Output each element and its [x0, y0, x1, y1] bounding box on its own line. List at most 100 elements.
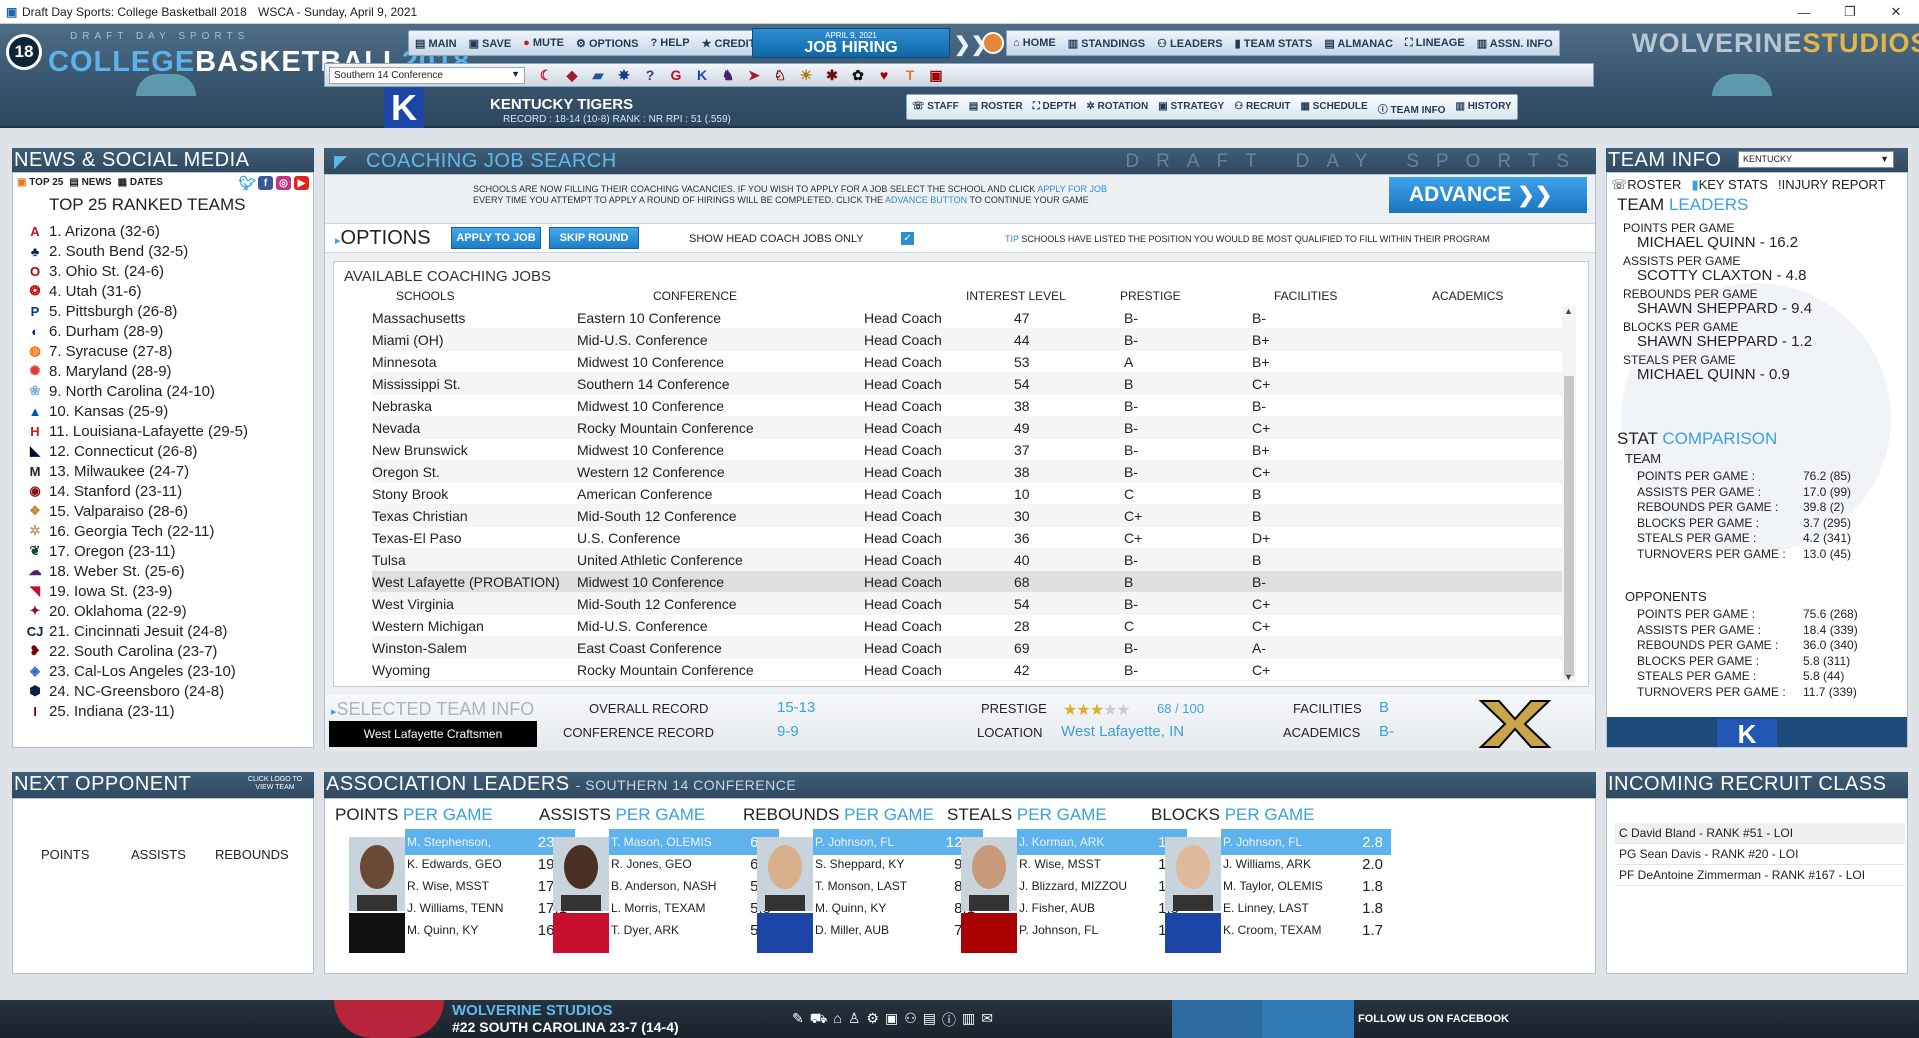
top25-item[interactable]: ◉ 14. Stanford (23-11) — [27, 481, 248, 501]
top25-item[interactable]: ◍ 7. Syracuse (27-8) — [27, 341, 248, 361]
conference-team-logo-icon[interactable]: T — [899, 65, 921, 85]
basketball-icon[interactable] — [982, 32, 1004, 54]
job-row[interactable]: Oregon St. Western 12 Conference Head Coac… — [372, 461, 1564, 483]
job-row[interactable]: West Virginia Mid-South 12 Conference Head… — [372, 593, 1564, 615]
tab-injury-report[interactable]: !INJURY REPORT — [1778, 177, 1886, 193]
nav-mute[interactable]: ● MUTE — [517, 31, 570, 55]
skip-round-button[interactable]: SKIP ROUND — [549, 227, 639, 249]
apply-job-button[interactable]: APPLY TO JOB — [451, 227, 541, 249]
scroll-thumb[interactable] — [1564, 376, 1574, 676]
scroll-up-icon[interactable]: ▲ — [1564, 306, 1573, 316]
job-row[interactable]: Texas Christian Mid-South 12 Conference He… — [372, 505, 1564, 527]
top25-item[interactable]: ☁ 18. Weber St. (25-6) — [27, 561, 248, 581]
tab-roster[interactable]: ☏ROSTER — [1611, 177, 1681, 193]
nav-leaders[interactable]: ⚇ LEADERS — [1151, 31, 1228, 55]
player-team-logo[interactable] — [349, 913, 405, 953]
nav-depth[interactable]: ⛶ DEPTH — [1028, 95, 1082, 119]
col-conference[interactable]: CONFERENCE — [653, 289, 737, 303]
nav-staff[interactable]: ☏ STAFF — [907, 95, 964, 119]
job-row[interactable]: Texas-El Paso U.S. Conference Head Coach 36… — [372, 527, 1564, 549]
player-portrait[interactable] — [349, 837, 405, 911]
leader-row[interactable]: P. Johnson, FL1.5 — [1017, 917, 1187, 943]
team-info-select[interactable]: KENTUCKY ▼ — [1738, 151, 1894, 168]
nav-strategy[interactable]: ▣ STRATEGY — [1153, 95, 1229, 119]
nav-team-stats[interactable]: ▮ TEAM STATS — [1229, 31, 1319, 55]
leader-row[interactable]: T. Dyer, ARK5.4 — [609, 917, 779, 943]
conference-team-logo-icon[interactable]: ♥ — [873, 65, 895, 85]
top25-item[interactable]: ❦ 17. Oregon (23-11) — [27, 541, 248, 561]
tab-top25[interactable]: ▣ TOP 25 — [17, 177, 63, 188]
recruit-item[interactable]: PG Sean Davis - RANK #20 - LOI — [1615, 844, 1905, 865]
instagram-icon[interactable]: ◎ — [276, 176, 291, 190]
leader-row[interactable]: K. Croom, TEXAM 1.7 — [1221, 917, 1391, 943]
facebook-icon[interactable]: f — [258, 176, 273, 190]
col-facilities[interactable]: FACILITIES — [1274, 289, 1337, 303]
player-portrait[interactable] — [757, 837, 813, 911]
nav-schedule[interactable]: ▦ SCHEDULE — [1295, 95, 1372, 119]
job-row[interactable]: Stony Brook American Conference Head Coach… — [372, 483, 1564, 505]
player-team-logo[interactable] — [553, 913, 609, 953]
top25-item[interactable]: ✲ 16. Georgia Tech (22-11) — [27, 521, 248, 541]
col-interest[interactable]: INTEREST LEVEL — [966, 289, 1066, 303]
player-team-logo[interactable] — [961, 913, 1017, 953]
twitter-icon[interactable]: 🐦︎ — [239, 175, 257, 191]
footer-nav-icon[interactable]: ▤ — [923, 1010, 936, 1030]
footer-nav-icon[interactable]: ✎ — [792, 1010, 804, 1030]
nav-home[interactable]: ⌂ HOME — [1007, 31, 1062, 55]
top25-item[interactable]: CJ 21. Cincinnati Jesuit (24-8) — [27, 621, 248, 641]
top25-item[interactable]: ❂ 4. Utah (31-6) — [27, 281, 248, 301]
tab-dates[interactable]: ▦ DATES — [118, 177, 163, 188]
top25-item[interactable]: P 5. Pittsburgh (26-8) — [27, 301, 248, 321]
nav-recruit[interactable]: ⚇ RECRUIT — [1229, 95, 1295, 119]
player-portrait[interactable] — [1165, 837, 1221, 911]
job-row[interactable]: New Brunswick Midwest 10 Conference Head C… — [372, 439, 1564, 461]
player-portrait[interactable] — [961, 837, 1017, 911]
footer-nav-icon[interactable]: ⓘ — [942, 1010, 956, 1030]
top25-item[interactable]: ◥ 19. Iowa St. (23-9) — [27, 581, 248, 601]
job-row[interactable]: Winston-Salem East Coast Conference Head C… — [372, 637, 1564, 659]
nav-lineage[interactable]: ⛶ LINEAGE — [1399, 31, 1471, 55]
top25-item[interactable]: O 3. Ohio St. (24-6) — [27, 261, 248, 281]
job-row[interactable]: Mississippi St. Southern 14 Conference Hea… — [372, 373, 1564, 395]
nav-options[interactable]: ⚙ OPTIONS — [570, 31, 644, 55]
job-row[interactable]: Miami (OH) Mid-U.S. Conference Head Coach 4… — [372, 329, 1564, 351]
job-row[interactable]: Tulsa United Athletic Conference Head Coac… — [372, 549, 1564, 571]
conference-team-logo-icon[interactable]: ✿ — [847, 65, 869, 85]
nav-almanac[interactable]: ▤ ALMANAC — [1318, 31, 1399, 55]
job-row[interactable]: Minnesota Midwest 10 Conference Head Coach… — [372, 351, 1564, 373]
player-team-logo[interactable] — [757, 913, 813, 953]
top25-item[interactable]: ❀ 9. North Carolina (24-10) — [27, 381, 248, 401]
col-schools[interactable]: SCHOOLS — [396, 289, 455, 303]
top25-item[interactable]: ◈ 23. Cal-Los Angeles (23-10) — [27, 661, 248, 681]
top25-item[interactable]: ◐ 6. Durham (28-9) — [27, 321, 248, 341]
nav-roster[interactable]: ▤ ROSTER — [964, 95, 1028, 119]
nav-help[interactable]: ? HELP — [644, 31, 695, 55]
advance-button[interactable]: ADVANCE ❯❯ — [1389, 177, 1587, 213]
top25-item[interactable]: ◣ 12. Connecticut (26-8) — [27, 441, 248, 461]
job-row[interactable]: Nebraska Midwest 10 Conference Head Coach 3… — [372, 395, 1564, 417]
conference-team-logo-icon[interactable]: ▰ — [587, 65, 609, 85]
conference-team-logo-icon[interactable]: ♞ — [717, 65, 739, 85]
conference-team-logo-icon[interactable]: ✱ — [821, 65, 843, 85]
conference-team-logo-icon[interactable]: ? — [639, 65, 661, 85]
conference-team-logo-icon[interactable]: ☾ — [535, 65, 557, 85]
conference-team-logo-icon[interactable]: ✸ — [613, 65, 635, 85]
top25-item[interactable]: M 13. Milwaukee (24-7) — [27, 461, 248, 481]
top25-item[interactable]: A 1. Arizona (32-6) — [27, 221, 248, 241]
next-opponent-panel[interactable]: POINTS ASSISTS REBOUNDS — [12, 798, 314, 974]
job-row[interactable]: West Lafayette (PROBATION) Midwest 10 Con… — [372, 571, 1564, 593]
footer-nav-icon[interactable]: ▣ — [885, 1010, 898, 1030]
top25-item[interactable]: I 25. Indiana (23-11) — [27, 701, 248, 721]
maximize-button[interactable]: ❐ — [1827, 0, 1873, 24]
tab-news[interactable]: ▤ NEWS — [69, 177, 111, 188]
top25-item[interactable]: ✦ 20. Oklahoma (22-9) — [27, 601, 248, 621]
footer-nav-icon[interactable]: ♙ — [848, 1010, 861, 1030]
conference-team-logo-icon[interactable]: ◆ — [561, 65, 583, 85]
job-row[interactable]: Massachusetts Eastern 10 Conference Head C… — [372, 307, 1564, 329]
follow-facebook-link[interactable]: FOLLOW US ON FACEBOOK — [1358, 1013, 1509, 1025]
conference-team-logo-icon[interactable]: ▣ — [925, 65, 947, 85]
nav-standings[interactable]: ▥ STANDINGS — [1062, 31, 1151, 55]
top25-item[interactable]: ⬢ 24. NC-Greensboro (24-8) — [27, 681, 248, 701]
nav-save[interactable]: ▣ SAVE — [463, 31, 518, 55]
scroll-down-icon[interactable]: ▼ — [1564, 672, 1573, 682]
